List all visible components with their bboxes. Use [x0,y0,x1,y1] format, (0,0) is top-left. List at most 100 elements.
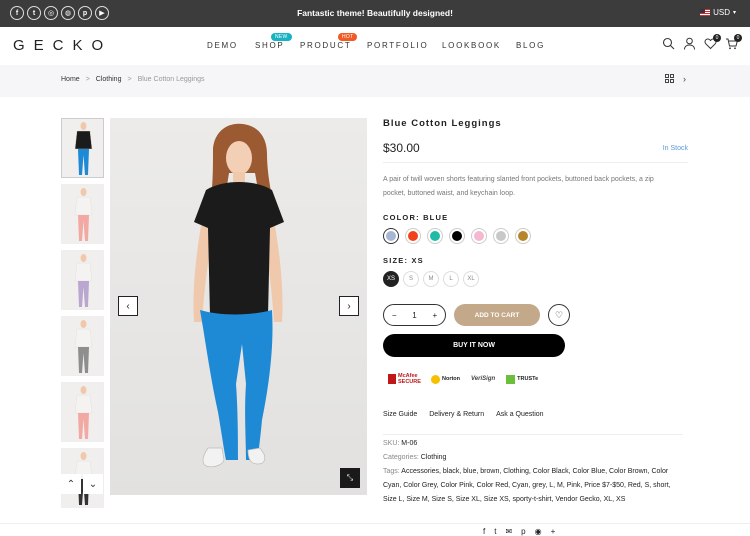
logo[interactable]: GECKO [13,37,112,54]
breadcrumb-category[interactable]: Clothing [96,76,122,83]
heart-icon: ♡ [554,309,564,320]
nav-item-lookbook[interactable]: LOOKBOOK [442,41,501,50]
ask-question-link[interactable]: Ask a Question [496,411,543,418]
quantity-stepper: − 1 + [383,304,446,326]
color-swatch[interactable] [449,228,465,244]
breadcrumb-separator: > [85,76,90,83]
size-options: XS S M L XL [383,271,688,287]
norton-badge: Norton [431,371,460,387]
size-option[interactable]: L [443,271,459,287]
qty-value[interactable]: 1 [412,311,416,320]
stock-status: In Stock [662,144,688,152]
product-info: Blue Cotton Leggings $30.00 In Stock A p… [383,118,688,287]
color-swatch[interactable] [471,228,487,244]
category-link[interactable]: Clothing [421,454,447,461]
tags-row: Tags: Accessories, black, blue, brown, C… [383,465,683,507]
us-flag-icon [700,9,711,16]
breadcrumb-separator: > [127,76,132,83]
add-to-cart-button[interactable]: ADD TO CART [454,304,540,326]
sku-value: M-06 [401,440,418,447]
divider [0,523,750,524]
product-thumbnail[interactable] [61,184,104,244]
expand-icon[interactable]: ⤡ [340,468,360,488]
add-to-wishlist-button[interactable]: ♡ [548,304,570,326]
sku-row: SKU: M-06 [383,437,683,451]
cart-count: 0 [734,34,742,42]
breadcrumb-home[interactable]: Home [61,76,80,83]
new-badge: NEW [271,33,292,41]
color-swatches [383,228,688,244]
delivery-return-link[interactable]: Delivery & Return [429,411,484,418]
thumbnail-list [61,118,105,514]
search-icon[interactable] [662,37,675,50]
thumbnail-nav: ⌃ ⌄ [61,474,103,494]
color-swatch[interactable] [383,228,399,244]
breadcrumb: Home > Clothing > Blue Cotton Leggings [61,76,205,83]
qty-plus-button[interactable]: + [432,311,437,320]
add-to-cart-row: − 1 + ADD TO CART ♡ [383,304,570,326]
currency-selector[interactable]: USD ▾ [700,8,736,17]
next-image-button[interactable]: › [339,296,359,316]
color-swatch[interactable] [405,228,421,244]
tags-list[interactable]: Accessories, black, blue, brown, Clothin… [383,468,671,503]
product-meta: SKU: M-06 Categories: Clothing Tags: Acc… [383,434,683,507]
breadcrumb-bar: Home > Clothing > Blue Cotton Leggings › [0,65,750,97]
nav-item-portfolio[interactable]: PORTFOLIO [367,41,428,50]
tags-label: Tags: [383,468,400,475]
site-header: GECKO DEMO SHOP NEW PRODUCT HOT PORTFOLI… [0,27,750,65]
header-actions: 0 0 [662,34,742,50]
color-swatch[interactable] [493,228,509,244]
info-links: Size Guide Delivery & Return Ask a Quest… [383,411,544,418]
prev-image-button[interactable]: ‹ [118,296,138,316]
truste-badge: TRUSTe [506,371,538,387]
verisign-badge: VeriSign [471,376,496,382]
trust-badges: McAfee SECURE Norton VeriSign TRUSTe [388,371,538,387]
color-swatch[interactable] [515,228,531,244]
thumb-down-button[interactable]: ⌄ [83,474,103,494]
chevron-down-icon: ▾ [732,10,736,16]
buy-now-button[interactable]: BUY IT NOW [383,334,565,357]
product-title: Blue Cotton Leggings [383,118,502,129]
size-option[interactable]: S [403,271,419,287]
grid-icon[interactable] [665,74,674,85]
breadcrumb-current: Blue Cotton Leggings [137,76,205,83]
sku-label: SKU: [383,440,400,447]
announcement-text: Fantastic theme! Beautifully designed! [297,8,453,18]
next-product-icon[interactable]: › [683,74,686,85]
size-option[interactable]: XL [463,271,479,287]
size-option[interactable]: XS [383,271,399,287]
product-thumbnail[interactable] [61,118,104,178]
size-label: SIZE: XS [383,256,424,265]
divider [383,434,683,435]
nav-item-product[interactable]: PRODUCT HOT [300,33,358,50]
main-product-image[interactable]: ‹ › ⤡ [110,118,367,495]
thumb-up-button[interactable]: ⌃ [61,474,81,494]
product-navigation: › [665,74,686,85]
nav-item-shop[interactable]: SHOP NEW [255,33,292,50]
categories-row: Categories: Clothing [383,451,683,465]
product-thumbnail[interactable] [61,382,104,442]
size-option[interactable]: M [423,271,439,287]
color-label: COLOR: BLUE [383,213,449,222]
product-thumbnail[interactable] [61,250,104,310]
model-photo [110,118,367,495]
mcafee-badge: McAfee SECURE [388,371,421,387]
product-price: $30.00 [383,141,420,155]
nav-label: PRODUCT [300,41,352,50]
hot-badge: HOT [338,33,358,41]
cart-icon[interactable]: 0 [725,34,742,50]
user-icon[interactable] [683,37,696,50]
wishlist-icon[interactable]: 0 [704,34,721,50]
wishlist-count: 0 [713,34,721,42]
categories-label: Categories: [383,454,419,461]
product-thumbnail[interactable] [61,316,104,376]
announcement-bar: f t ◎ ◍ p ▶ Fantastic theme! Beautifully desi… [0,0,750,27]
product-description: A pair of twill woven shorts featuring s… [383,176,654,197]
qty-minus-button[interactable]: − [392,311,397,320]
nav-label: SHOP [255,41,285,50]
color-swatch[interactable] [427,228,443,244]
size-guide-link[interactable]: Size Guide [383,411,417,418]
currency-label: USD [713,8,730,17]
nav-item-blog[interactable]: BLOG [516,41,545,50]
nav-item-demo[interactable]: DEMO [207,41,238,50]
